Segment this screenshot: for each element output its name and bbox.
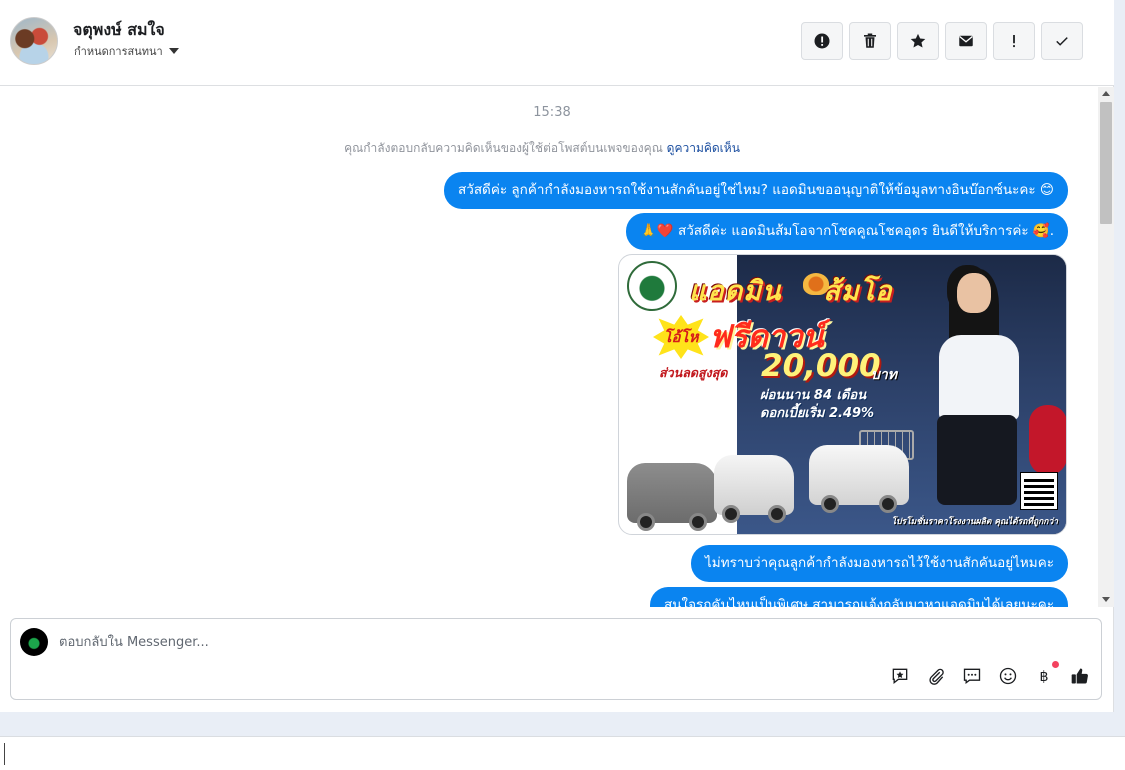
mark-done-button[interactable] bbox=[1041, 22, 1083, 60]
contact-avatar[interactable] bbox=[10, 17, 58, 65]
pickup-photo bbox=[714, 455, 794, 523]
promo-title-1: แอดมิน bbox=[689, 276, 782, 307]
bottom-input-strip[interactable] bbox=[0, 736, 1125, 770]
conversation-panel: จตุพงษ์ สมใจ กำหนดการสนทนา 15:38 คุณกำลั… bbox=[0, 0, 1114, 712]
like-icon bbox=[1071, 668, 1088, 684]
conversation-header: จตุพงษ์ สมใจ กำหนดการสนทนา bbox=[0, 0, 1114, 86]
payment-button[interactable]: ฿ bbox=[1033, 661, 1059, 687]
alert-circle-icon bbox=[814, 33, 830, 49]
car-photo bbox=[627, 463, 717, 531]
scrollbar-thumb[interactable] bbox=[1100, 102, 1112, 224]
promo-discount-label: ส่วนลดสูงสุด bbox=[659, 365, 728, 380]
promo-burst: โอ้โห bbox=[653, 315, 709, 359]
text-cursor bbox=[4, 743, 5, 765]
chat-bubble-icon bbox=[963, 668, 981, 684]
saved-reply-icon bbox=[892, 668, 908, 685]
caret-down-icon bbox=[168, 48, 179, 54]
notification-dot bbox=[1052, 661, 1059, 668]
check-icon bbox=[1056, 37, 1068, 46]
promo-footer: โปรโมชั่นราคาโรงงานผลิต คุณได้รถที่ถูกกว… bbox=[891, 517, 1058, 527]
page-avatar bbox=[20, 628, 48, 656]
attach-button[interactable] bbox=[925, 665, 947, 687]
emoji-button[interactable] bbox=[997, 665, 1019, 687]
emoji-icon bbox=[999, 667, 1017, 685]
pickup-photo bbox=[809, 445, 909, 513]
message-timestamp: 15:38 bbox=[533, 105, 571, 120]
like-button[interactable] bbox=[1069, 665, 1091, 687]
star-icon bbox=[910, 33, 926, 48]
reply-input[interactable] bbox=[59, 628, 859, 656]
contact-name[interactable]: จตุพงษ์ สมใจ bbox=[73, 18, 165, 43]
promo-burst-text: โอ้โห bbox=[663, 328, 699, 346]
composer-tools: ฿ bbox=[889, 661, 1091, 687]
saved-reply-button[interactable] bbox=[889, 665, 911, 687]
envelope-icon bbox=[959, 35, 973, 47]
message-bubble[interactable]: 🙏❤️ สวัสดีค่ะ แอดมินส้มโอจากโชคคูณโชคอุด… bbox=[626, 213, 1068, 250]
comment-reply-notice: คุณกำลังตอบกลับความคิดเห็นของผู้ใช้ต่อโพ… bbox=[0, 139, 1084, 158]
svg-text:฿: ฿ bbox=[1039, 669, 1048, 685]
follow-up-button[interactable] bbox=[993, 22, 1035, 60]
notice-text: คุณกำลังตอบกลับความคิดเห็นของผู้ใช้ต่อโพ… bbox=[344, 141, 663, 155]
delete-button[interactable] bbox=[849, 22, 891, 60]
quick-reply-button[interactable] bbox=[961, 665, 983, 687]
spam-button[interactable] bbox=[801, 22, 843, 60]
message-bubble[interactable]: สนใจรถคันไหนเป็นพิเศษ สามารถแจ้งกลับมาหา… bbox=[650, 587, 1068, 607]
message-bubble[interactable]: สวัสดีค่ะ ลูกค้ากำลังมองหารถใช้งานสักคัน… bbox=[444, 172, 1068, 209]
trash-icon bbox=[864, 33, 876, 48]
thread-scrollbar[interactable] bbox=[1098, 87, 1114, 607]
message-thread: 15:38 คุณกำลังตอบกลับความคิดเห็นของผู้ใช… bbox=[0, 87, 1098, 607]
promo-title-2: ส้มโอ bbox=[823, 276, 893, 307]
scroll-up-arrow-icon[interactable] bbox=[1102, 91, 1110, 96]
assign-conversation-dropdown[interactable]: กำหนดการสนทนา bbox=[74, 42, 179, 60]
promo-title: แอดมิน ส้มโอ bbox=[689, 269, 892, 312]
message-bubble[interactable]: ไม่ทราบว่าคุณลูกค้ากำลังมองหารถไว้ใช้งาน… bbox=[691, 545, 1068, 582]
header-actions bbox=[801, 22, 1083, 60]
exclamation-icon bbox=[1013, 35, 1015, 48]
qr-code bbox=[1020, 472, 1058, 510]
promo-discount-unit: บาท bbox=[871, 367, 897, 383]
mark-unread-button[interactable] bbox=[945, 22, 987, 60]
promo-image[interactable]: แอดมิน ส้มโอ โอ้โห ฟรีดาวน์ ส่วนลดสูงสุด … bbox=[618, 254, 1067, 535]
dealer-logo bbox=[627, 261, 677, 311]
promo-interest: ดอกเบี้ยเริ่ม 2.49% bbox=[760, 406, 875, 421]
promo-discount-value: 20,000 bbox=[761, 348, 881, 384]
snail-icon bbox=[803, 273, 829, 295]
attachment-icon bbox=[929, 668, 944, 685]
baht-payment-icon: ฿ bbox=[1039, 669, 1048, 685]
view-comment-link[interactable]: ดูความคิดเห็น bbox=[667, 141, 740, 155]
scroll-down-arrow-icon[interactable] bbox=[1102, 597, 1110, 602]
star-button[interactable] bbox=[897, 22, 939, 60]
car-seat bbox=[1029, 405, 1066, 475]
reply-composer: ฿ bbox=[10, 618, 1102, 700]
assign-conversation-label: กำหนดการสนทนา bbox=[74, 45, 163, 58]
